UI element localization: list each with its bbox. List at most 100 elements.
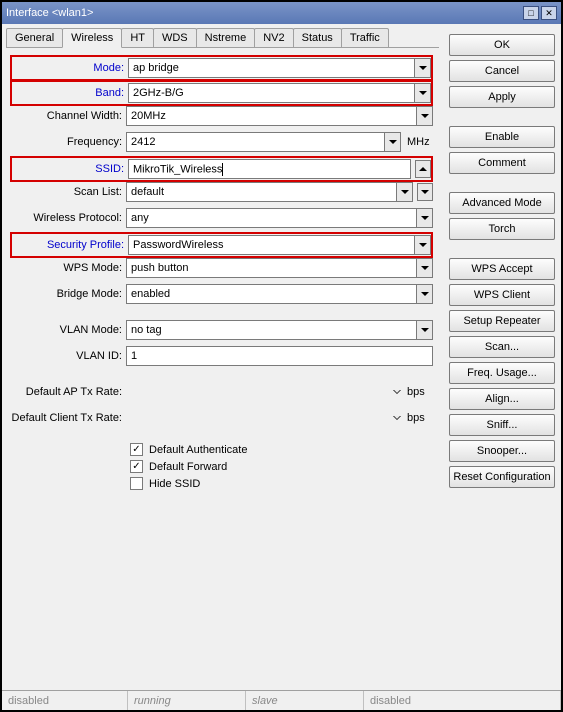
minimize-button[interactable]: □ (523, 6, 539, 20)
chevron-down-icon[interactable] (414, 59, 430, 77)
status-disabled-2: disabled (364, 691, 561, 710)
sniff-button[interactable]: Sniff... (449, 414, 555, 436)
row-default-ap-tx-rate: Default AP Tx Rate: bps (10, 381, 433, 403)
vlan-mode-select[interactable]: no tag (126, 320, 433, 340)
bridge-mode-value: enabled (127, 288, 416, 300)
row-band: Band: 2GHz-B/G (10, 80, 433, 106)
label-band: Band: (12, 87, 128, 99)
body: General Wireless HT WDS Nstreme NV2 Stat… (2, 24, 561, 690)
chevron-down-icon[interactable] (416, 259, 432, 277)
chevron-down-icon[interactable] (384, 133, 400, 151)
left-pane: General Wireless HT WDS Nstreme NV2 Stat… (2, 24, 443, 690)
freq-usage-button[interactable]: Freq. Usage... (449, 362, 555, 384)
chevron-down-icon[interactable] (396, 183, 412, 201)
expand-button[interactable] (385, 383, 401, 401)
form-area: Mode: ap bridge Band: 2GHz-B/G (6, 54, 439, 690)
label-wireless-protocol: Wireless Protocol: (10, 212, 126, 224)
row-hide-ssid: Hide SSID (10, 477, 433, 490)
tab-wireless[interactable]: Wireless (62, 28, 122, 48)
text-cursor (222, 163, 223, 176)
chevron-down-icon[interactable] (414, 236, 430, 254)
ssid-input[interactable]: MikroTik_Wireless (128, 159, 411, 179)
label-scan-list: Scan List: (10, 186, 126, 198)
tabs: General Wireless HT WDS Nstreme NV2 Stat… (6, 28, 439, 48)
status-running: running (128, 691, 246, 710)
enable-button[interactable]: Enable (449, 126, 555, 148)
row-vlan-mode: VLAN Mode: no tag (10, 319, 433, 341)
advanced-mode-button[interactable]: Advanced Mode (449, 192, 555, 214)
multi-value-button[interactable] (417, 183, 433, 201)
comment-button[interactable]: Comment (449, 152, 555, 174)
band-select[interactable]: 2GHz-B/G (128, 83, 431, 103)
wireless-protocol-value: any (127, 212, 416, 224)
default-client-tx-rate-input[interactable] (126, 408, 381, 428)
label-default-client-tx-rate: Default Client Tx Rate: (10, 412, 126, 424)
snooper-button[interactable]: Snooper... (449, 440, 555, 462)
row-ssid: SSID: MikroTik_Wireless (10, 156, 433, 182)
expand-button[interactable] (385, 409, 401, 427)
row-wireless-protocol: Wireless Protocol: any (10, 207, 433, 229)
torch-button[interactable]: Torch (449, 218, 555, 240)
align-button[interactable]: Align... (449, 388, 555, 410)
apply-button[interactable]: Apply (449, 86, 555, 108)
window-title: Interface <wlan1> (6, 7, 523, 19)
chevron-down-icon[interactable] (414, 84, 430, 102)
vlan-mode-value: no tag (127, 324, 416, 336)
frequency-select[interactable]: 2412 (126, 132, 401, 152)
security-profile-select[interactable]: PasswordWireless (128, 235, 431, 255)
vlan-id-input[interactable]: 1 (126, 346, 433, 366)
bridge-mode-select[interactable]: enabled (126, 284, 433, 304)
tab-general[interactable]: General (6, 28, 63, 47)
titlebar-buttons: □ ✕ (523, 6, 557, 20)
mode-select[interactable]: ap bridge (128, 58, 431, 78)
default-forward-checkbox[interactable]: ✓ (130, 460, 143, 473)
setup-repeater-button[interactable]: Setup Repeater (449, 310, 555, 332)
channel-width-select[interactable]: 20MHz (126, 106, 433, 126)
wps-mode-select[interactable]: push button (126, 258, 433, 278)
tab-traffic[interactable]: Traffic (341, 28, 389, 47)
ok-button[interactable]: OK (449, 34, 555, 56)
scan-list-value: default (127, 186, 396, 198)
chevron-down-icon[interactable] (416, 321, 432, 339)
reset-configuration-button[interactable]: Reset Configuration (449, 466, 555, 488)
row-default-forward: ✓ Default Forward (10, 460, 433, 473)
chevron-down-icon[interactable] (416, 107, 432, 125)
default-forward-label: Default Forward (149, 461, 227, 473)
label-wps-mode: WPS Mode: (10, 262, 126, 274)
unit-mhz: MHz (405, 136, 433, 148)
label-default-ap-tx-rate: Default AP Tx Rate: (10, 386, 126, 398)
row-mode: Mode: ap bridge (10, 55, 433, 81)
hide-ssid-checkbox[interactable] (130, 477, 143, 490)
label-frequency: Frequency: (10, 136, 126, 148)
interface-window: Interface <wlan1> □ ✕ General Wireless H… (0, 0, 563, 712)
row-default-client-tx-rate: Default Client Tx Rate: bps (10, 407, 433, 429)
label-channel-width: Channel Width: (10, 110, 126, 122)
cancel-button[interactable]: Cancel (449, 60, 555, 82)
row-default-authenticate: ✓ Default Authenticate (10, 443, 433, 456)
default-authenticate-label: Default Authenticate (149, 444, 247, 456)
collapse-button[interactable] (415, 160, 431, 178)
tab-nv2[interactable]: NV2 (254, 28, 293, 47)
band-value: 2GHz-B/G (129, 87, 414, 99)
tab-wds[interactable]: WDS (153, 28, 197, 47)
wireless-protocol-select[interactable]: any (126, 208, 433, 228)
chevron-down-icon[interactable] (416, 285, 432, 303)
default-authenticate-checkbox[interactable]: ✓ (130, 443, 143, 456)
scan-button[interactable]: Scan... (449, 336, 555, 358)
wps-client-button[interactable]: WPS Client (449, 284, 555, 306)
wps-accept-button[interactable]: WPS Accept (449, 258, 555, 280)
tab-status[interactable]: Status (293, 28, 342, 47)
chevron-down-icon[interactable] (416, 209, 432, 227)
vlan-id-value: 1 (127, 350, 432, 362)
tab-nstreme[interactable]: Nstreme (196, 28, 256, 47)
tab-ht[interactable]: HT (121, 28, 154, 47)
default-ap-tx-rate-input[interactable] (126, 382, 381, 402)
label-security-profile: Security Profile: (12, 239, 128, 251)
row-security-profile: Security Profile: PasswordWireless (10, 232, 433, 258)
mode-value: ap bridge (129, 62, 414, 74)
row-channel-width: Channel Width: 20MHz (10, 105, 433, 127)
close-button[interactable]: ✕ (541, 6, 557, 20)
row-vlan-id: VLAN ID: 1 (10, 345, 433, 367)
frequency-value: 2412 (127, 136, 384, 148)
scan-list-select[interactable]: default (126, 182, 413, 202)
